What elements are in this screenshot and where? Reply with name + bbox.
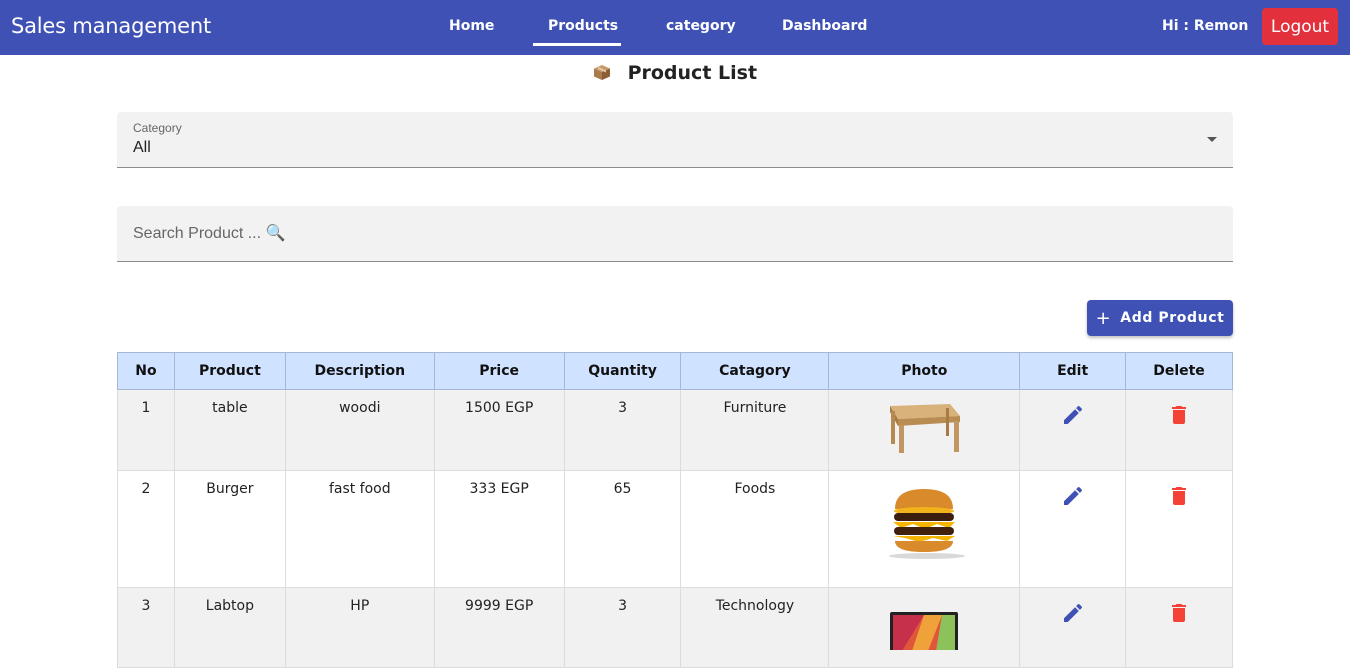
table-row: 1 table woodi 1500 EGP 3 Furniture [117,389,1233,471]
pencil-icon[interactable] [1061,601,1085,625]
cell-description: fast food [284,470,435,588]
nav-link-home[interactable]: Home [449,18,494,34]
header-photo: Photo [828,352,1021,390]
cell-product: table [173,389,286,471]
cell-delete [1125,587,1233,668]
cell-price: 9999 EGP [433,587,565,668]
cell-quantity: 3 [563,389,682,471]
package-icon [593,65,610,80]
cell-no: 2 [117,470,175,588]
laptop-image [890,612,959,650]
pencil-icon[interactable] [1061,484,1085,508]
trash-icon[interactable] [1167,403,1191,427]
navbar: Sales management Home Products category … [0,0,1350,55]
add-product-button[interactable]: + Add Product [1087,300,1233,336]
cell-category: Technology [680,587,830,668]
trash-icon[interactable] [1167,484,1191,508]
page-title-text: Product List [627,62,758,84]
pencil-icon[interactable] [1061,403,1085,427]
cell-description: woodi [284,389,435,471]
plus-icon: + [1095,307,1112,329]
cell-edit [1019,587,1127,668]
category-value: All [133,139,151,156]
header-edit: Edit [1019,352,1127,390]
header-description: Description [284,352,435,390]
wooden-table-image [890,404,961,453]
nav-link-dashboard[interactable]: Dashboard [782,18,867,34]
user-greeting: Hi : Remon [1162,18,1249,34]
cell-quantity: 65 [563,470,682,588]
cell-price: 333 EGP [433,470,565,588]
cell-category: Furniture [680,389,830,471]
cell-category: Foods [680,470,830,588]
trash-icon[interactable] [1167,601,1191,625]
logout-button[interactable]: Logout [1262,8,1338,45]
search-input[interactable] [117,206,1233,261]
header-quantity: Quantity [563,352,682,390]
page-title: Product List [0,62,1350,84]
cell-delete [1125,389,1233,471]
cell-product: Burger [173,470,286,588]
category-select[interactable]: Category All [117,112,1233,168]
cell-edit [1019,389,1127,471]
header-price: Price [433,352,565,390]
header-delete: Delete [1125,352,1233,390]
cell-edit [1019,470,1127,588]
caret-down-icon [1207,137,1217,142]
header-category: Catagory [680,352,830,390]
cell-description: HP [284,587,435,668]
cell-price: 1500 EGP [433,389,565,471]
table-row: 3 Labtop HP 9999 EGP 3 Technology [117,587,1233,668]
table-row: 2 Burger fast food 333 EGP 65 Foods [117,470,1233,588]
cell-photo [828,470,1021,588]
burger-image [889,489,966,559]
cell-photo [828,587,1021,668]
nav-link-category[interactable]: category [666,18,736,34]
cell-no: 1 [117,389,175,471]
search-field[interactable] [117,206,1233,262]
cell-product: Labtop [173,587,286,668]
cell-no: 3 [117,587,175,668]
header-product: Product [173,352,286,390]
active-tab-indicator [533,43,621,46]
header-no: No [117,352,175,390]
category-label: Category [133,121,182,135]
table-header-row: No Product Description Price Quantity Ca… [117,352,1233,390]
product-table: No Product Description Price Quantity Ca… [117,352,1233,668]
cell-delete [1125,470,1233,588]
cell-photo [828,389,1021,471]
brand-title[interactable]: Sales management [11,14,211,38]
add-product-label: Add Product [1120,310,1225,326]
cell-quantity: 3 [563,587,682,668]
